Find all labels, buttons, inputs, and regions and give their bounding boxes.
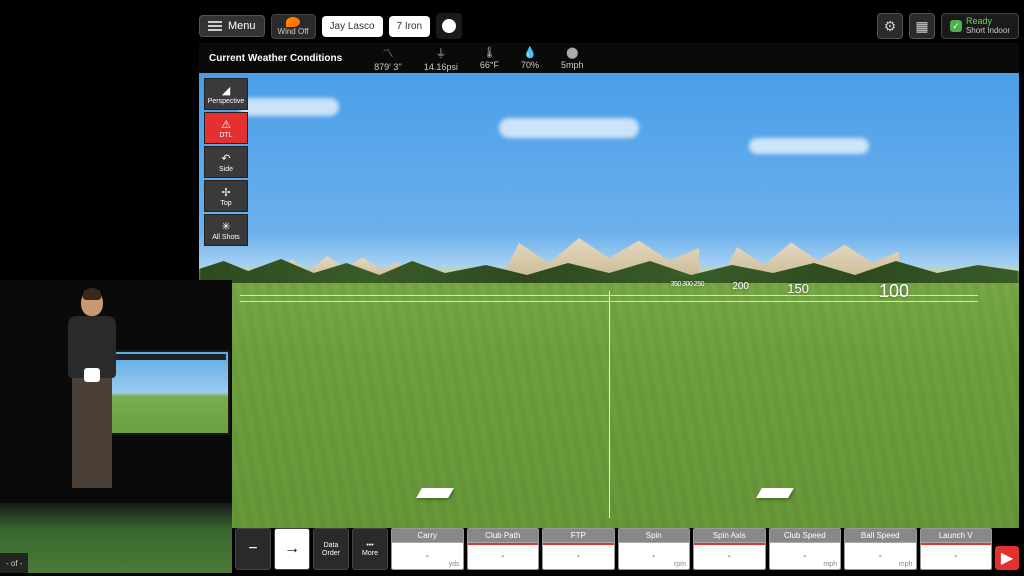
metric-card[interactable]: Ball Speed-mph <box>844 528 917 570</box>
club-chip[interactable]: 7 Iron <box>389 16 431 37</box>
metric-card[interactable]: Spin-rpm <box>618 528 691 570</box>
weather-elevation: 〽879' 3'' <box>374 45 402 72</box>
metric-unit: rpm <box>674 561 686 568</box>
metric-value: -rpm <box>619 543 690 569</box>
metric-unit: mph <box>823 561 837 568</box>
metric-card[interactable]: FTP- <box>542 528 615 570</box>
play-button[interactable]: ▶ <box>995 546 1019 570</box>
more-button[interactable]: •••More <box>352 528 388 570</box>
simulator-app: Menu Wind Off Jay Lasco 7 Iron ⚙ ▦ ✓ Rea… <box>199 12 1019 572</box>
simulation-view[interactable]: 100 150 200 350 300 250 ◢Perspective ⚠DT… <box>199 73 1019 528</box>
metric-value: - <box>468 543 539 569</box>
pressure-icon: ⏚ <box>435 45 446 61</box>
bottom-bar: − → DataOrder •••More Carry-ydsClub Path… <box>235 528 1019 570</box>
arrow-right-icon: → <box>284 540 300 558</box>
metric-card[interactable]: Launch V- <box>920 528 993 570</box>
weather-pressure: ⏚14.16psi <box>424 45 458 72</box>
ball-button[interactable] <box>436 13 462 39</box>
mountain-icon: 〽 <box>383 45 394 61</box>
gear-icon: ⚙ <box>884 18 897 35</box>
metric-card[interactable]: Club Path- <box>467 528 540 570</box>
metric-unit: mph <box>899 561 913 568</box>
metric-label: Carry <box>392 529 463 543</box>
weather-bar: Current Weather Conditions 〽879' 3'' ⏚14… <box>199 43 1019 73</box>
aim-line <box>609 291 610 518</box>
camera-pip: - of - <box>0 280 232 573</box>
ball-icon <box>442 19 456 33</box>
metric-label: Spin Axis <box>694 529 765 543</box>
next-button[interactable]: → <box>274 528 310 570</box>
metric-label: Club Speed <box>770 529 841 543</box>
data-order-button[interactable]: DataOrder <box>313 528 349 570</box>
allshots-icon: ✳ <box>221 220 230 233</box>
metrics-row: Carry-ydsClub Path-FTP-Spin-rpmSpin Axis… <box>391 528 992 570</box>
apps-button[interactable]: ▦ <box>909 13 935 39</box>
ready-label: Ready <box>966 17 1010 26</box>
top-icon: ✢ <box>221 186 230 199</box>
view-allshots-button[interactable]: ✳All Shots <box>204 214 248 246</box>
compass-icon: ⬤ <box>566 46 578 59</box>
menu-button[interactable]: Menu <box>199 15 265 37</box>
metric-value: - <box>921 543 992 569</box>
side-icon: ↶ <box>221 152 230 165</box>
wind-icon <box>286 17 300 27</box>
view-side-button[interactable]: ↶Side <box>204 146 248 178</box>
metric-value: -mph <box>845 543 916 569</box>
wind-label: Wind Off <box>278 27 309 36</box>
thermometer-icon: 🌡 <box>482 46 496 59</box>
metric-unit: yds <box>449 561 460 568</box>
hamburger-icon <box>208 21 222 31</box>
metric-value: -yds <box>392 543 463 569</box>
pip-page: - of - <box>6 559 22 568</box>
metric-value: -mph <box>770 543 841 569</box>
distance-marker: 350 300 250 <box>671 281 704 288</box>
view-dtl-button[interactable]: ⚠DTL <box>204 112 248 144</box>
metric-label: Launch V <box>921 529 992 543</box>
top-bar: Menu Wind Off Jay Lasco 7 Iron ⚙ ▦ ✓ Rea… <box>199 12 1019 40</box>
droplet-icon: 💧 <box>523 46 537 59</box>
ready-status: ✓ Ready Short Indoor <box>941 13 1019 39</box>
weather-title: Current Weather Conditions <box>209 53 342 64</box>
metric-label: FTP <box>543 529 614 543</box>
metric-card[interactable]: Carry-yds <box>391 528 464 570</box>
metric-label: Club Path <box>468 529 539 543</box>
view-panel: ◢Perspective ⚠DTL ↶Side ✢Top ✳All Shots <box>204 78 248 246</box>
view-top-button[interactable]: ✢Top <box>204 180 248 212</box>
grid-icon: ▦ <box>915 18 928 35</box>
metric-card[interactable]: Club Speed-mph <box>769 528 842 570</box>
weather-temp: 🌡66°F <box>480 46 499 70</box>
wind-button[interactable]: Wind Off <box>271 14 316 39</box>
dots-icon: ••• <box>366 542 373 549</box>
minus-icon: − <box>248 540 257 558</box>
distance-marker: 200 <box>732 281 749 292</box>
metric-value: - <box>694 543 765 569</box>
settings-button[interactable]: ⚙ <box>877 13 903 39</box>
play-icon: ▶ <box>1001 548 1013 568</box>
pip-bottom-bar: - of - <box>0 553 28 573</box>
metric-label: Ball Speed <box>845 529 916 543</box>
weather-humidity: 💧70% <box>521 46 539 70</box>
perspective-icon: ◢ <box>222 84 230 97</box>
ready-sublabel: Short Indoor <box>966 26 1010 35</box>
pip-person <box>52 280 132 530</box>
tee-marker-left <box>416 488 454 498</box>
distance-marker: 150 <box>787 281 809 296</box>
view-perspective-button[interactable]: ◢Perspective <box>204 78 248 110</box>
metric-value: - <box>543 543 614 569</box>
sky <box>199 88 1019 208</box>
metric-card[interactable]: Spin Axis- <box>693 528 766 570</box>
minus-button[interactable]: − <box>235 528 271 570</box>
dtl-icon: ⚠ <box>221 118 231 131</box>
weather-wind: ⬤5mph <box>561 46 584 70</box>
tee-marker-right <box>756 488 794 498</box>
menu-label: Menu <box>228 20 256 32</box>
metric-label: Spin <box>619 529 690 543</box>
distance-marker: 100 <box>879 281 909 302</box>
check-icon: ✓ <box>950 20 962 32</box>
player-chip[interactable]: Jay Lasco <box>322 16 383 37</box>
